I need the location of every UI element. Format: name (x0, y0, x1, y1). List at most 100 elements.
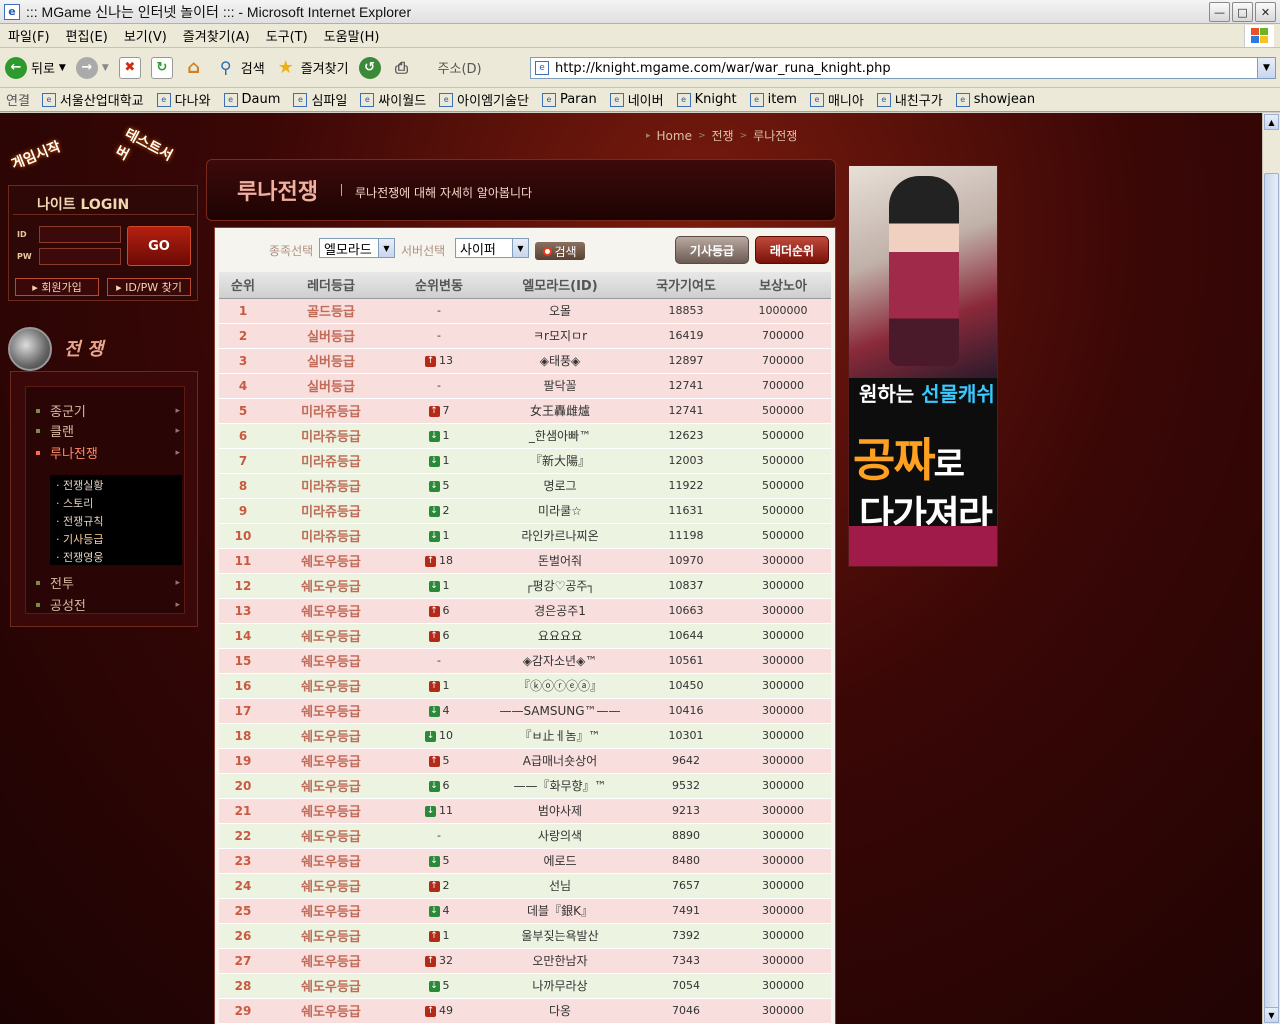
id-input[interactable] (39, 226, 121, 243)
cell-change: ↓ 6 (395, 773, 483, 799)
cell-grade: 쉐도우등급 (267, 973, 395, 999)
ranking-table: 순위 레더등급 순위변동 엘모라드(ID) 국가기여도 보상노아 1 골드등급 - 오… (219, 272, 831, 1024)
arrow-down-icon: ↓ (428, 480, 440, 492)
race-select[interactable]: 엘모라드 ▼ (319, 238, 395, 258)
menu-file[interactable]: 파일(F) (0, 26, 58, 45)
link-item[interactable]: e Knight (671, 92, 744, 107)
col-rank: 순위 (219, 272, 267, 299)
sidebar-sub-story[interactable]: · 스토리 (56, 495, 93, 511)
page-icon: e (360, 92, 375, 107)
cell-rank: 28 (219, 973, 267, 999)
link-item[interactable]: e 서울산업대학교 (36, 90, 151, 109)
back-button[interactable]: ← 뒤로 ▼ (0, 52, 71, 84)
cell-id: 범야사제 (483, 798, 637, 824)
cell-contribution: 12623 (637, 423, 735, 449)
address-input[interactable]: e http://knight.mgame.com/war/war_runa_k… (530, 57, 1276, 79)
game-start-button[interactable]: 게임시작 (8, 136, 63, 174)
cell-contribution: 8480 (637, 848, 735, 874)
cell-id: 女王轟雌爐 (483, 398, 637, 424)
sidebar-item-luna-war[interactable]: 루나전쟁 ▸ (36, 443, 186, 462)
link-item[interactable]: e Daum (218, 92, 288, 107)
vertical-scrollbar[interactable]: ▲ ▼ (1262, 113, 1280, 1024)
menu-view[interactable]: 보기(V) (116, 26, 175, 45)
link-item[interactable]: e 내친구가 (871, 90, 950, 109)
sidebar-sub-rules[interactable]: · 전쟁규칙 (56, 513, 103, 529)
ranking-panel: 종족선택 엘모라드 ▼ 서버선택 사이퍼 ▼ 검색 기사등급 래더순위 순위 레더등… (214, 227, 836, 1024)
pw-input[interactable] (39, 248, 121, 265)
link-item[interactable]: e 싸이월드 (354, 90, 433, 109)
scroll-down-icon[interactable]: ▼ (1264, 1007, 1279, 1023)
maximize-button[interactable]: □ (1232, 2, 1253, 22)
cell-grade: 쉐도우등급 (267, 873, 395, 899)
cell-grade: 쉐도우등급 (267, 798, 395, 824)
menu-help[interactable]: 도움말(H) (316, 26, 388, 45)
page-icon: e (676, 92, 691, 107)
table-row: 17 쉐도우등급 ↓ 4 ——SAMSUNG™—— 10416 300000 (219, 698, 831, 724)
print-button[interactable]: ⎙ (386, 52, 418, 84)
arrow-up-icon: ↑ (428, 605, 440, 617)
table-row: 10 미라쥬등급 ↓ 1 라인카르나찌온 11198 500000 (219, 523, 831, 549)
cell-change: ↑ 1 (395, 923, 483, 949)
ad-banner[interactable]: 원하는 선물캐쉬 공짜로 다가져라 (848, 165, 998, 567)
cell-grade: 골드등급 (267, 298, 395, 324)
link-item[interactable]: e 아이엠기술단 (433, 90, 536, 109)
breadcrumb-war[interactable]: 전쟁 (712, 127, 734, 144)
sidebar-item-chronicle[interactable]: 종군기 ▸ (36, 401, 186, 420)
link-item[interactable]: e showjean (950, 92, 1042, 107)
sidebar-item-clan[interactable]: 클랜 ▸ (36, 421, 186, 440)
table-row: 7 미라쥬등급 ↓ 1 『新大陽』 12003 500000 (219, 448, 831, 474)
test-server-button[interactable]: 테스트서버 (112, 123, 184, 186)
cell-contribution: 7054 (637, 973, 735, 999)
stop-button[interactable]: ✖ (114, 52, 146, 84)
breadcrumb-home[interactable]: Home (657, 129, 692, 143)
sidebar-item-battle[interactable]: 전투 ▸ (36, 573, 186, 592)
login-go-button[interactable]: GO (127, 226, 191, 266)
menu-edit[interactable]: 편집(E) (58, 26, 116, 45)
table-row: 15 쉐도우등급 - ◈감자소년◈™ 10561 300000 (219, 648, 831, 674)
server-select[interactable]: 사이퍼 ▼ (455, 238, 529, 258)
cell-rank: 11 (219, 548, 267, 574)
minimize-button[interactable]: — (1209, 2, 1230, 22)
chevron-down-icon[interactable]: ▼ (1257, 58, 1275, 78)
cell-change: ↓ 4 (395, 698, 483, 724)
tab-ladder-rank[interactable]: 래더순위 (755, 236, 829, 264)
scroll-up-icon[interactable]: ▲ (1264, 114, 1279, 130)
page-icon: e (541, 92, 556, 107)
favorites-button[interactable]: ★ 즐겨찾기 (270, 52, 354, 84)
chevron-down-icon: ▼ (378, 239, 394, 257)
search-button[interactable]: ⚲ 검색 (210, 52, 270, 84)
menu-favorites[interactable]: 즐겨찾기(A) (175, 26, 258, 45)
cell-grade: 미라쥬등급 (267, 523, 395, 549)
join-button[interactable]: ▸ 회원가입 (15, 278, 99, 296)
link-item[interactable]: e 심파일 (287, 90, 354, 109)
link-item[interactable]: e 다나와 (151, 90, 218, 109)
cell-reward: 700000 (735, 373, 831, 399)
link-item[interactable]: e Paran (536, 92, 604, 107)
link-item[interactable]: e item (744, 92, 804, 107)
arrow-down-icon: ↓ (428, 980, 440, 992)
cell-grade: 쉐도우등급 (267, 948, 395, 974)
chevron-right-icon: ▸ (646, 130, 651, 141)
sidebar-item-siege[interactable]: 공성전 ▸ (36, 595, 186, 614)
find-id-pw-button[interactable]: ▸ ID/PW 찾기 (107, 278, 191, 296)
table-row: 13 쉐도우등급 ↑ 6 경은공주1 10663 300000 (219, 598, 831, 624)
forward-button[interactable]: → ▼ (71, 52, 114, 84)
cell-change: ↑ 7 (395, 398, 483, 424)
sidebar-sub-knight-grade[interactable]: · 기사등급 (56, 531, 103, 547)
scroll-thumb[interactable] (1264, 173, 1279, 1023)
link-item[interactable]: e 네이버 (604, 90, 671, 109)
link-item[interactable]: e 매니아 (804, 90, 871, 109)
refresh-button[interactable]: ↻ (146, 52, 178, 84)
search-button[interactable]: 검색 (535, 242, 585, 260)
close-button[interactable]: ✕ (1255, 2, 1276, 22)
tab-knight-grade[interactable]: 기사등급 (675, 236, 749, 264)
sidebar-sub-status[interactable]: · 전쟁실황 (56, 477, 103, 493)
cell-id: _한샘아빠™ (483, 423, 637, 449)
windows-logo-icon (1244, 25, 1274, 47)
menu-tools[interactable]: 도구(T) (258, 26, 316, 45)
home-button[interactable]: ⌂ (178, 52, 210, 84)
cell-reward: 300000 (735, 748, 831, 774)
cell-reward: 300000 (735, 598, 831, 624)
sidebar-sub-heroes[interactable]: · 전쟁영웅 (56, 549, 103, 565)
history-button[interactable]: ↺ (354, 52, 386, 84)
